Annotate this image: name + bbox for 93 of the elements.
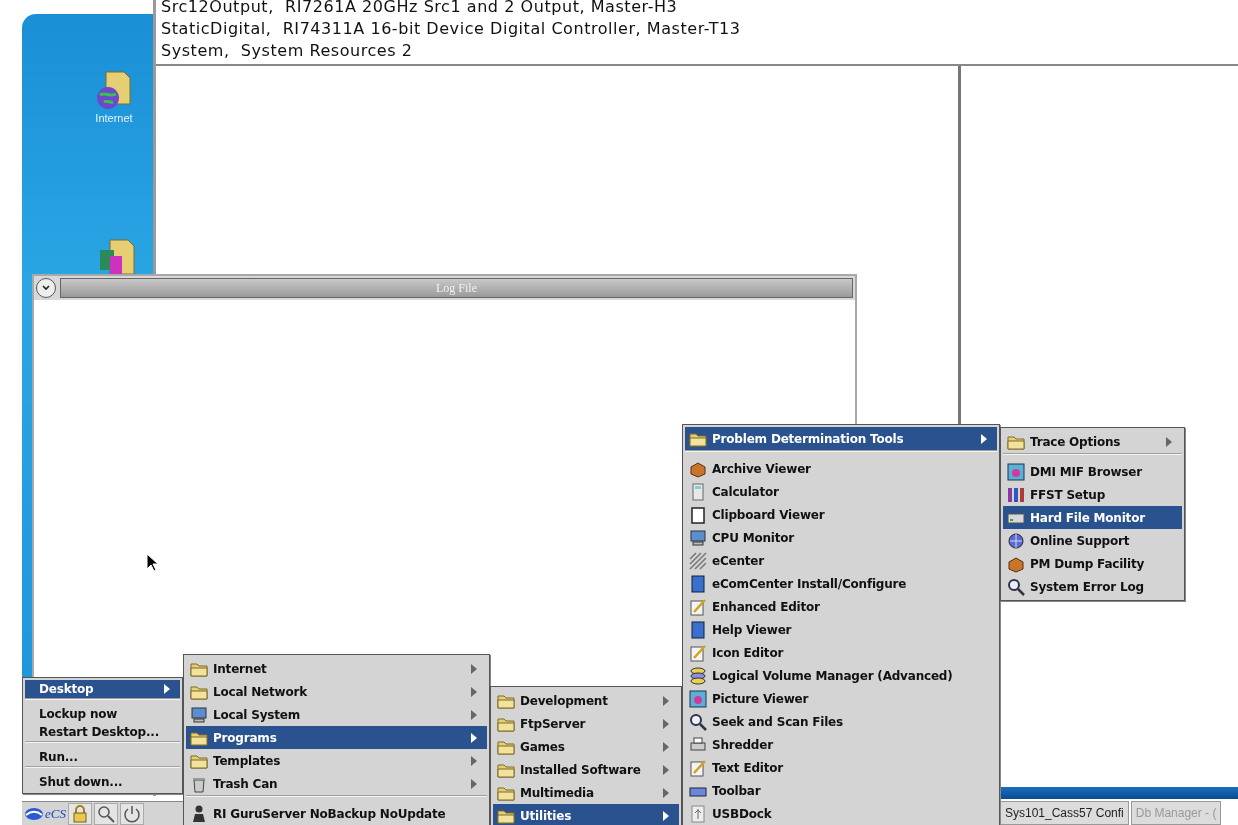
book-icon (689, 620, 707, 639)
menu-item[interactable]: Icon Editor (685, 641, 997, 664)
menu-item[interactable]: Clipboard Viewer (685, 503, 997, 526)
submenu-arrow-icon (471, 709, 477, 720)
menu-item[interactable]: Templates (186, 749, 487, 772)
menu-item[interactable]: Archive Viewer (685, 457, 997, 480)
pen-icon (689, 758, 707, 777)
menu-item[interactable]: Lockup now (25, 705, 180, 723)
menu-item[interactable]: Toolbar (685, 779, 997, 802)
search-icon (96, 804, 115, 823)
menu-item[interactable]: Enhanced Editor (685, 595, 997, 618)
menu-item[interactable]: DMI MIF Browser (1003, 460, 1182, 483)
book-icon (689, 574, 707, 593)
submenu-arrow-icon (471, 755, 477, 766)
menu-item[interactable]: Help Viewer (685, 618, 997, 641)
bars-icon (1007, 485, 1025, 504)
menu-item[interactable]: Installed Software (493, 758, 679, 781)
menu-item[interactable]: Shredder (685, 733, 997, 756)
power-icon (122, 804, 141, 823)
menu-item[interactable]: RI GuruServer NoBackup NoUpdate (186, 802, 487, 825)
logo[interactable]: eCS (24, 805, 66, 822)
menu-item[interactable]: Games (493, 735, 679, 758)
calculator-icon (689, 482, 707, 501)
globe-icon (1007, 531, 1025, 550)
menu-item[interactable]: Internet (186, 657, 487, 680)
menu-item[interactable]: eComCenter Install/Configure (685, 572, 997, 595)
usb-icon (689, 804, 707, 823)
menu-item[interactable]: Programs (186, 726, 487, 749)
submenu-arrow-icon (471, 778, 477, 789)
logo-text: eCS (45, 805, 66, 822)
menu-item[interactable]: Problem Determination Tools (685, 427, 997, 452)
text-line: System, System Resources 2 (161, 40, 414, 62)
menu-item[interactable]: Text Editor (685, 756, 997, 779)
submenu-arrow-icon (471, 686, 477, 697)
taskbar-button[interactable]: Sys101_Cass57 Confi (1000, 801, 1129, 825)
menu-item[interactable]: Run... (25, 748, 180, 768)
submenu-arrow-icon (663, 718, 669, 729)
clipboard-icon (689, 505, 707, 524)
menu-item[interactable]: Development (493, 689, 679, 712)
menu-item[interactable]: Trace Options (1003, 430, 1182, 455)
printer-icon (689, 735, 707, 754)
magnifier-icon (689, 712, 707, 731)
menu-item[interactable]: Shut down... (25, 773, 180, 791)
submenu-arrow-icon (663, 741, 669, 752)
submenu-arrow-icon (471, 732, 477, 743)
submenu-arrow-icon (663, 764, 669, 775)
menu-item[interactable]: Hard File Monitor (1003, 506, 1182, 529)
picture-icon (689, 689, 707, 708)
menu-item[interactable]: Desktop (25, 680, 180, 700)
submenu-arrow-icon (663, 787, 669, 798)
menu-item[interactable]: Local System (186, 703, 487, 726)
disk-stack-icon (689, 666, 707, 685)
pen-icon (689, 643, 707, 662)
mouse-pointer-icon (146, 553, 160, 573)
submenu-arrow-icon (663, 695, 669, 706)
submenu-arrow-icon (164, 684, 170, 694)
swoosh-icon (24, 806, 44, 821)
monitor-icon (190, 705, 208, 724)
search-button[interactable] (93, 802, 118, 825)
menu-item[interactable]: Online Support (1003, 529, 1182, 552)
submenu-arrow-icon (981, 433, 987, 444)
icon-label: Internet (95, 112, 133, 124)
pen-icon (689, 597, 707, 616)
window-title: Log File (436, 280, 477, 296)
menu-item[interactable]: PM Dump Facility (1003, 552, 1182, 575)
menu-item[interactable]: Picture Viewer (685, 687, 997, 710)
menu-item[interactable]: Utilities (493, 804, 679, 825)
menu-item[interactable]: USBDock (685, 802, 997, 825)
menu-item[interactable]: Trash Can (186, 772, 487, 797)
menu-item[interactable]: Seek and Scan Files (685, 710, 997, 733)
padlock-icon (71, 804, 88, 823)
menu-item[interactable]: Logical Volume Manager (Advanced) (685, 664, 997, 687)
text-line: StaticDigital, RI74311A 16-bit Device Digital Controller, Master-T13 (161, 18, 742, 40)
chevron-down-icon (41, 283, 51, 293)
power-button[interactable] (119, 802, 144, 825)
menu-item[interactable]: Calculator (685, 480, 997, 503)
submenu-arrow-icon (1166, 436, 1172, 447)
menu-item[interactable]: eCenter (685, 549, 997, 572)
menu-item[interactable]: FFST Setup (1003, 483, 1182, 506)
text-line: Src12Output, RI7261A 20GHz Src1 and 2 Output, Master-H3 (161, 0, 679, 18)
menu-item[interactable]: FtpServer (493, 712, 679, 735)
submenu-arrow-icon (663, 810, 669, 821)
collapse-button[interactable] (36, 278, 56, 298)
menu-item[interactable]: Local Network (186, 680, 487, 703)
lock-button[interactable] (67, 802, 92, 825)
menu-item[interactable]: System Error Log (1003, 575, 1182, 598)
picture-icon (1007, 462, 1025, 481)
submenu-arrow-icon (471, 663, 477, 674)
menu-item[interactable]: CPU Monitor (685, 526, 997, 549)
menu-item[interactable]: Restart Desktop... (25, 723, 180, 743)
monitor-icon (689, 528, 707, 547)
magnifier-icon (1007, 577, 1025, 596)
menu-item[interactable]: Multimedia (493, 781, 679, 804)
